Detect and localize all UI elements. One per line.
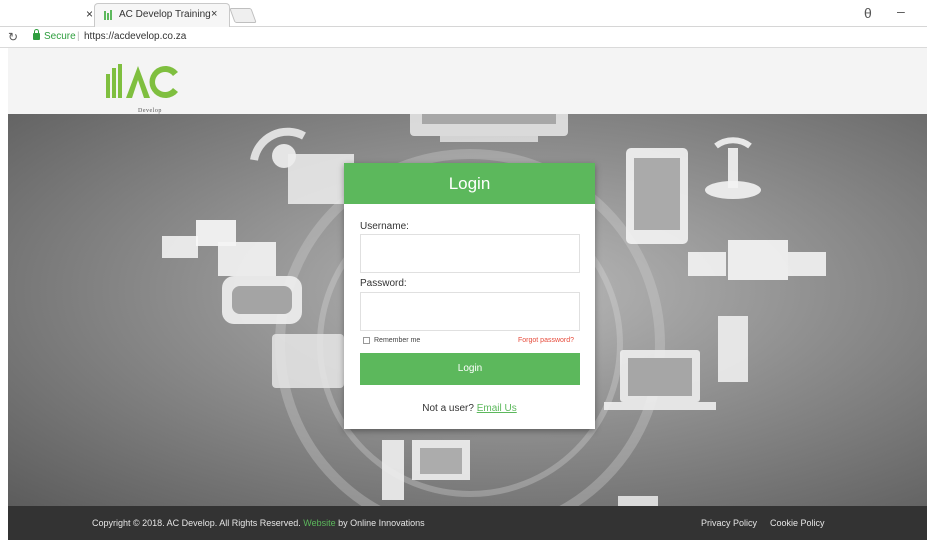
- not-user-text: Not a user?: [422, 403, 477, 414]
- browser-window: × AC Develop Training × θ – ↻ Secure | h…: [0, 0, 927, 540]
- copyright-label: Copyright © 2018. AC Develop. All Rights…: [92, 518, 304, 528]
- copyright-text: Copyright © 2018. AC Develop. All Rights…: [92, 518, 425, 528]
- tab-strip: × AC Develop Training × θ –: [0, 0, 927, 27]
- lock-icon: [33, 29, 40, 40]
- by-online-innovations: by Online Innovations: [335, 518, 425, 528]
- address-bar[interactable]: ↻ Secure | https://acdevelop.co.za: [0, 27, 927, 48]
- password-input[interactable]: [360, 292, 580, 331]
- secure-label: Secure: [44, 31, 76, 42]
- email-us-link[interactable]: Email Us: [477, 403, 517, 414]
- site-favicon-icon: [104, 10, 112, 20]
- site-header: Develop: [8, 48, 927, 114]
- username-input[interactable]: [360, 234, 580, 273]
- tab-close-icon[interactable]: ×: [211, 8, 217, 20]
- url-text[interactable]: https://acdevelop.co.za: [84, 31, 186, 42]
- login-button[interactable]: Login: [360, 353, 580, 385]
- address-separator: |: [77, 31, 80, 42]
- minimize-icon[interactable]: –: [897, 3, 905, 19]
- login-title: Login: [344, 163, 595, 204]
- remember-me-checkbox[interactable]: [363, 337, 370, 344]
- reload-icon[interactable]: ↻: [8, 30, 18, 44]
- new-tab-button[interactable]: [229, 8, 257, 23]
- username-label: Username:: [360, 221, 409, 232]
- forgot-password-link[interactable]: Forgot password?: [518, 337, 574, 344]
- password-label: Password:: [360, 278, 407, 289]
- prev-tab-close-icon[interactable]: ×: [86, 7, 93, 21]
- signup-prompt: Not a user? Email Us: [344, 403, 595, 414]
- tab-ac-develop-training[interactable]: AC Develop Training ×: [94, 3, 230, 27]
- ac-develop-logo-icon[interactable]: [104, 60, 184, 108]
- tab-title: AC Develop Training: [119, 9, 211, 20]
- privacy-policy-link[interactable]: Privacy Policy: [701, 518, 757, 528]
- website-link[interactable]: Website: [303, 518, 335, 528]
- login-card: Login Username: Password: Remember me Fo…: [344, 163, 595, 429]
- profile-icon[interactable]: θ: [864, 5, 872, 21]
- remember-me-label[interactable]: Remember me: [374, 337, 420, 344]
- cookie-policy-link[interactable]: Cookie Policy: [770, 518, 825, 528]
- site-footer: Copyright © 2018. AC Develop. All Rights…: [8, 506, 927, 540]
